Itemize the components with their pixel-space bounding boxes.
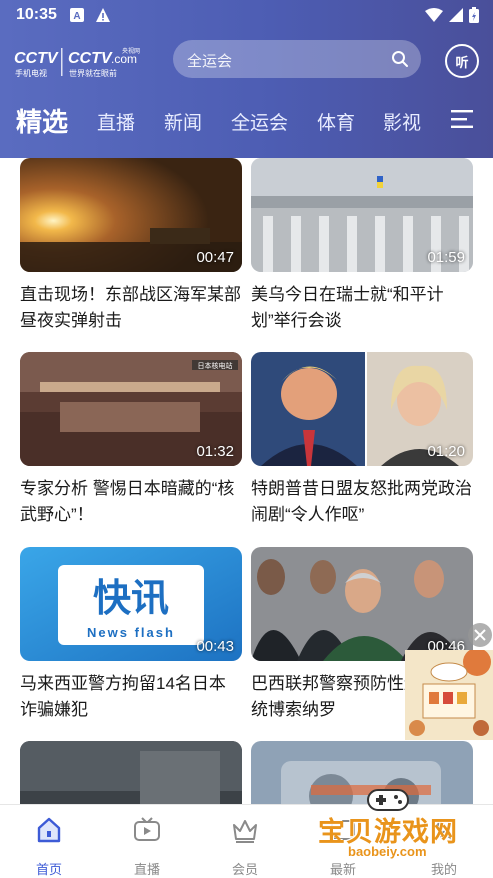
wifi-icon [425,8,443,22]
svg-text:CCTV: CCTV [68,50,113,67]
video-card[interactable]: 01:59 美乌今日在瑞士就“和平计划”举行会谈 [251,158,473,334]
svg-text:手机电视: 手机电视 [15,68,47,78]
tv-icon [134,817,160,841]
nav-live-label: 直播 [133,862,160,877]
search-icon[interactable] [391,50,409,68]
close-icon[interactable] [468,623,492,647]
nuclear-plant-interior-thumbnail[interactable]: 日本核电站 01:32 [20,352,242,466]
video-title[interactable]: 特朗普昔日盟友怒批两党政治闹剧“令人作呕” [251,476,473,528]
home-icon [37,817,61,843]
nav-member[interactable]: 会员 [196,805,294,878]
nav-home[interactable]: 首页 [0,805,98,878]
signal-icon [449,8,463,22]
government-building-thumbnail[interactable]: 01:59 [251,158,473,272]
arrest-crowd-thumbnail[interactable]: 00:46 [251,547,473,661]
app-screen: 10:35 A CCTV 手机电视 CCTV .com 央视网 世界就在眼前 全… [0,0,493,878]
listen-button[interactable]: 听 [445,44,479,78]
tab-featured[interactable]: 精选 [16,102,68,139]
search-placeholder: 全运会 [187,53,233,70]
tab-national-games[interactable]: 全运会 [231,108,288,135]
tab-sports[interactable]: 体育 [317,108,355,135]
news-flash-subtitle: News flash [87,625,175,640]
video-title[interactable]: 马来西亚警方拘留14名日本诈骗嫌犯 [20,671,242,723]
news-flash-title: 快讯 [93,576,169,620]
notification-a-icon: A [70,8,84,22]
nav-member-label: 会员 [231,862,258,877]
video-duration: 00:43 [196,638,234,655]
floating-ad[interactable] [405,650,493,740]
nav-home-label: 首页 [35,862,62,877]
search-input[interactable]: 全运会 [173,40,421,78]
svg-text:CCTV: CCTV [14,50,59,67]
status-time: 10:35 [16,6,57,23]
watermark-sub: baobeiy.com [348,844,427,859]
news-flash-thumbnail[interactable]: 快讯 News flash 00:43 [20,547,242,661]
watermark: 宝贝游戏网 baobeiy.com [308,780,488,878]
video-duration: 01:20 [427,443,465,460]
nav-live[interactable]: 直播 [98,805,196,878]
svg-text:A: A [73,11,80,22]
svg-text:央视网: 央视网 [122,47,140,55]
video-card[interactable] [20,741,242,804]
video-card[interactable]: 日本核电站 01:32 专家分析 警惕日本暗藏的“核武野心”！ [20,352,242,528]
header: 10:35 A CCTV 手机电视 CCTV .com 央视网 世界就在眼前 全… [0,0,493,158]
close-ad-button[interactable] [468,623,492,647]
warning-icon [96,8,110,22]
svg-text:世界就在眼前: 世界就在眼前 [69,68,117,78]
video-title[interactable]: 美乌今日在瑞士就“和平计划”举行会谈 [251,282,473,334]
status-bar: 10:35 A [0,0,493,30]
night-fire-thumbnail[interactable]: 00:47 [20,158,242,272]
road-scene-thumbnail[interactable] [20,741,242,804]
tab-news[interactable]: 新闻 [164,108,202,135]
video-title[interactable]: 专家分析 警惕日本暗藏的“核武野心”！ [20,476,242,528]
cctv-logo[interactable]: CCTV 手机电视 CCTV .com 央视网 世界就在眼前 [14,44,152,80]
thumbnail-overlay-text: 日本核电站 [198,361,233,370]
menu-icon[interactable] [451,110,473,128]
video-card[interactable]: 01:20 特朗普昔日盟友怒批两党政治闹剧“令人作呕” [251,352,473,528]
video-duration: 00:47 [196,249,234,266]
category-tabs: 精选 直播 新闻 全运会 体育 影视 [0,100,493,140]
video-card[interactable]: 00:47 直击现场！东部战区海军某部昼夜实弹射击 [20,158,242,334]
listen-label: 听 [455,55,469,70]
battery-icon [469,7,479,23]
politicians-portrait-thumbnail[interactable]: 01:20 [251,352,473,466]
crown-icon [233,820,257,843]
video-duration: 01:59 [427,249,465,266]
video-title[interactable]: 直击现场！东部战区海军某部昼夜实弹射击 [20,282,242,334]
tab-film-tv[interactable]: 影视 [383,108,421,135]
tab-live[interactable]: 直播 [97,108,135,135]
video-card[interactable]: 快讯 News flash 00:43 马来西亚警方拘留14名日本诈骗嫌犯 [20,547,242,723]
video-duration: 01:32 [196,443,234,460]
status-indicators [425,7,479,23]
